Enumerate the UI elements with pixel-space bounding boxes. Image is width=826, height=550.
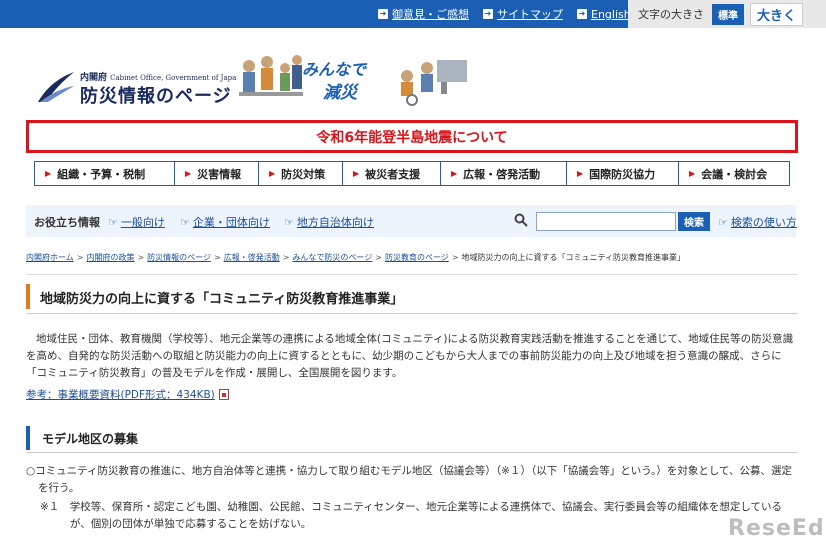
section-title: モデル地区の募集 [42, 432, 139, 446]
helper-bar: お役立ち情報 ☞ 一般向け ☞ 企業・団体向け ☞ 地方自治体向け 検索 ☞ 検索の使い… [26, 205, 797, 237]
earthquake-alert-link[interactable]: 令和6年能登半島地震について [26, 120, 798, 153]
triangle-icon: ▶ [45, 169, 52, 178]
search-input[interactable] [536, 212, 676, 231]
nav-item-meetings[interactable]: ▶ 会議・検討会 [679, 162, 789, 185]
breadcrumb-separator: > [76, 253, 84, 262]
breadcrumb: 内閣府ホーム > 内閣府の政策 > 防災情報のページ > 広報・啓発活動 > みんなで防災のペー… [26, 252, 796, 264]
search-button[interactable]: 検索 [678, 212, 710, 231]
helper-link-general[interactable]: ☞ 一般向け [108, 214, 165, 230]
breadcrumb-separator: > [375, 253, 382, 262]
title-accent-bar [26, 284, 30, 309]
page-title: 地域防災力の向上に資する「コミュニティ防災教育推進事業」 [40, 292, 404, 307]
helper-label: お役立ち情報 [34, 216, 100, 229]
logo-title: 防災情報のページ [80, 86, 232, 107]
breadcrumb-link[interactable]: 防災教育のページ [385, 253, 449, 262]
font-standard-button[interactable]: 標準 [712, 3, 744, 25]
search-help-link[interactable]: ☞ 検索の使い方 [718, 214, 797, 230]
feedback-link[interactable]: ➜ 御意見・ご感想 [378, 6, 469, 22]
section-accent-bar [26, 426, 30, 450]
helper-link-companies[interactable]: ☞ 企業・団体向け [180, 214, 270, 230]
pointing-hand-icon: ☞ [284, 216, 294, 229]
search-icon [514, 213, 528, 227]
breadcrumb-link[interactable]: 広報・啓発活動 [224, 253, 280, 262]
utility-links: ➜ 御意見・ご感想 ➜ サイトマップ ➜ English [378, 0, 631, 28]
arrow-icon: ➜ [483, 9, 493, 19]
site-logo[interactable]: 内閣府 Cabinet Office, Government of Japan … [36, 60, 241, 108]
triangle-icon: ▶ [353, 169, 360, 178]
triangle-icon: ▶ [269, 169, 276, 178]
banner-line2: 減災 [323, 83, 357, 103]
breadcrumb-separator: > [282, 253, 290, 262]
breadcrumb-separator: > [137, 253, 145, 262]
arrow-icon: ➜ [378, 9, 388, 19]
arrow-icon: ➜ [577, 9, 587, 19]
pdf-icon [219, 389, 229, 400]
nav-item-public-relations[interactable]: ▶ 広報・啓発活動 [441, 162, 567, 185]
breadcrumb-separator: > [214, 253, 221, 262]
nav-item-victim-support[interactable]: ▶ 被災者支援 [343, 162, 441, 185]
nav-item-international[interactable]: ▶ 国際防災協力 [567, 162, 679, 185]
global-nav: ▶ 組織・予算・税制 ▶ 災害情報 ▶ 防災対策 ▶ 被災者支援 ▶ 広報・啓発活動 ▶ 国… [34, 161, 790, 186]
font-large-button[interactable]: 大きく [750, 2, 804, 26]
banner-line1: みんなで [302, 60, 367, 79]
divider [26, 313, 798, 314]
resemom-watermark-logo: ReseEd [728, 516, 825, 541]
breadcrumb-separator: > [451, 253, 459, 262]
section-note: ※１ 学校等、保育所・認定こども園、幼稚園、公民館、コミュニティセンター、地元企… [40, 501, 783, 530]
font-size-control: 文字の大きさ 標準 大きく [628, 0, 826, 28]
breadcrumb-link[interactable]: 内閣府ホーム [26, 253, 74, 262]
breadcrumb-link[interactable]: 内閣府の政策 [86, 253, 134, 262]
nav-item-organization[interactable]: ▶ 組織・予算・税制 [35, 162, 175, 185]
pointing-hand-icon: ☞ [108, 216, 118, 229]
triangle-icon: ▶ [451, 169, 458, 178]
font-size-label: 文字の大きさ [638, 8, 704, 21]
breadcrumb-link[interactable]: みんなで防災のページ [292, 253, 372, 262]
breadcrumb-current: 地域防災力の向上に資する「コミュニティ防災教育推進事業」 [461, 253, 686, 262]
nav-item-measures[interactable]: ▶ 防災対策 [259, 162, 343, 185]
intro-paragraph: 地域住民・団体、教育機関（学校等）、地元企業等の連携による地域全体(コミュニティ… [26, 333, 794, 379]
helper-link-local-gov[interactable]: ☞ 地方自治体向け [284, 214, 374, 230]
triangle-icon: ▶ [185, 169, 192, 178]
cabinet-office-logo-icon [38, 72, 74, 102]
triangle-icon: ▶ [689, 169, 696, 178]
divider [26, 274, 798, 275]
pointing-hand-icon: ☞ [180, 216, 190, 229]
nav-item-disaster-info[interactable]: ▶ 災害情報 [175, 162, 259, 185]
breadcrumb-link[interactable]: 防災情報のページ [147, 253, 211, 262]
pointing-hand-icon: ☞ [718, 216, 728, 229]
section-body: ○コミュニティ防災教育の推進に、地方自治体等と連携・協力して取り組むモデル地区（… [26, 463, 798, 497]
english-link[interactable]: ➜ English [577, 8, 631, 21]
overview-pdf-link[interactable]: 参考：事業概要資料(PDF形式：434KB) [26, 387, 215, 402]
triangle-icon: ▶ [577, 169, 584, 178]
divider [26, 452, 798, 453]
sitemap-link[interactable]: ➜ サイトマップ [483, 6, 563, 22]
section-paragraph: ○コミュニティ防災教育の推進に、地方自治体等と連携・協力して取り組むモデル地区（… [26, 465, 792, 494]
